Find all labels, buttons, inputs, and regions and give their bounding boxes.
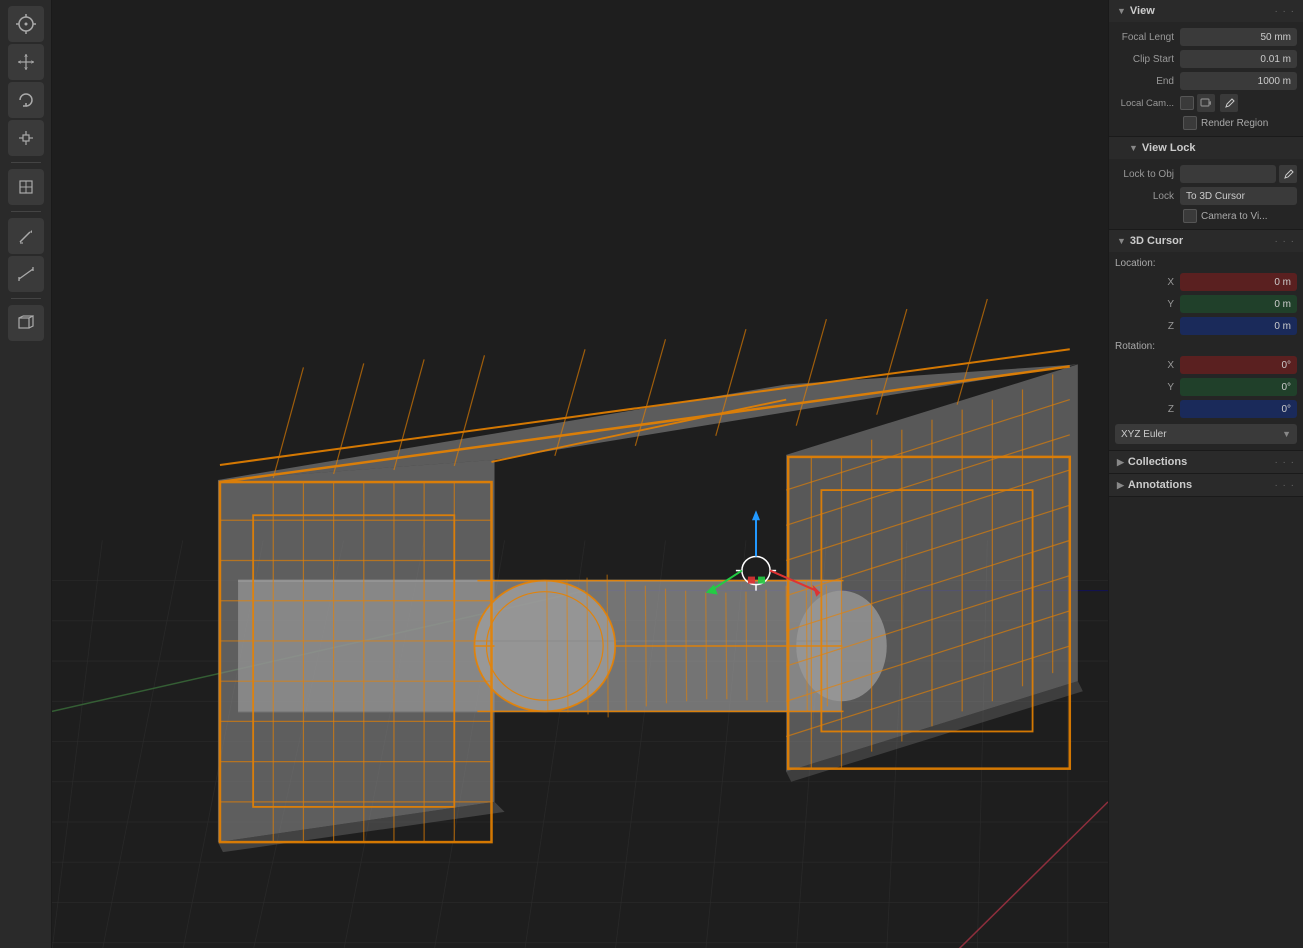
clip-end-row: End 1000 m xyxy=(1115,70,1297,92)
cursor-tool-btn[interactable] xyxy=(8,6,44,42)
cursor-header-left: ▼ 3D Cursor xyxy=(1117,235,1183,247)
view-section-menu[interactable]: · · · xyxy=(1274,6,1295,17)
lock-to-obj-row: Lock to Obj xyxy=(1115,163,1297,185)
view-lock-title: View Lock xyxy=(1142,142,1196,154)
focal-length-value[interactable]: 50 mm xyxy=(1180,28,1297,46)
rotation-x-row: X 0° xyxy=(1115,354,1297,376)
render-region-label: Render Region xyxy=(1201,118,1268,129)
rotation-x-value[interactable]: 0° xyxy=(1180,356,1297,374)
lock-to-obj-label: Lock to Obj xyxy=(1115,169,1180,180)
annotations-section-header[interactable]: ▶ Annotations · · · xyxy=(1109,474,1303,496)
collections-section-header[interactable]: ▶ Collections · · · xyxy=(1109,451,1303,473)
rotation-mode-row: XYZ Euler ▼ xyxy=(1115,422,1297,446)
local-cam-eyedropper[interactable] xyxy=(1220,94,1238,112)
cursor-z-label: Z xyxy=(1115,321,1180,332)
annotations-collapse-arrow: ▶ xyxy=(1117,480,1124,491)
tool-separator-3 xyxy=(11,298,41,299)
rotation-z-value[interactable]: 0° xyxy=(1180,400,1297,418)
rotation-label: Rotation: xyxy=(1115,337,1297,354)
clip-start-value[interactable]: 0.01 m xyxy=(1180,50,1297,68)
tool-separator-2 xyxy=(11,211,41,212)
annotations-section-menu[interactable]: · · · xyxy=(1274,480,1295,491)
render-region-row: Render Region xyxy=(1115,114,1297,132)
rotation-mode-chevron: ▼ xyxy=(1282,429,1291,439)
viewport-scene xyxy=(52,0,1108,948)
annotations-header-left: ▶ Annotations xyxy=(1117,479,1192,491)
annotations-section: ▶ Annotations · · · xyxy=(1109,474,1303,497)
cursor-section-body: Location: X 0 m Y 0 m Z 0 m Rotation: X … xyxy=(1109,252,1303,450)
transform-tool-btn[interactable] xyxy=(8,169,44,205)
collections-header-left: ▶ Collections xyxy=(1117,456,1187,468)
cursor-x-row: X 0 m xyxy=(1115,271,1297,293)
measure-tool-btn[interactable] xyxy=(8,256,44,292)
cursor-y-value[interactable]: 0 m xyxy=(1180,295,1297,313)
camera-to-view-checkbox[interactable] xyxy=(1183,209,1197,223)
local-cam-icon-btn[interactable] xyxy=(1197,94,1215,112)
camera-to-view-label: Camera to Vi... xyxy=(1201,211,1268,222)
lock-to-obj-eyedropper[interactable] xyxy=(1279,165,1297,183)
local-cam-label: Local Cam... xyxy=(1115,98,1180,109)
view-section-header[interactable]: ▼ View · · · xyxy=(1109,0,1303,22)
rotation-y-value[interactable]: 0° xyxy=(1180,378,1297,396)
clip-end-value[interactable]: 1000 m xyxy=(1180,72,1297,90)
cursor-collapse-arrow: ▼ xyxy=(1117,236,1126,246)
collections-section-title: Collections xyxy=(1128,456,1187,468)
cursor-z-row: Z 0 m xyxy=(1115,315,1297,337)
rotation-y-label: Y xyxy=(1115,382,1180,393)
cursor-section-menu[interactable]: · · · xyxy=(1274,236,1295,247)
view-lock-section-header[interactable]: ▼ View Lock xyxy=(1109,137,1303,159)
lock-row: Lock To 3D Cursor xyxy=(1115,185,1297,207)
view-section-title: View xyxy=(1130,5,1155,17)
focal-length-row: Focal Lengt 50 mm xyxy=(1115,26,1297,48)
camera-to-view-row: Camera to Vi... xyxy=(1115,207,1297,225)
viewport[interactable]: User Perspective (1) Collection | Cube.0… xyxy=(52,0,1108,948)
rotation-mode-value: XYZ Euler xyxy=(1121,429,1167,440)
lock-value[interactable]: To 3D Cursor xyxy=(1180,187,1297,205)
annotations-section-title: Annotations xyxy=(1128,479,1192,491)
cursor-section-title: 3D Cursor xyxy=(1130,235,1183,247)
tool-separator-1 xyxy=(11,162,41,163)
scale-tool-btn[interactable] xyxy=(8,120,44,156)
local-cam-checkbox[interactable] xyxy=(1180,96,1194,110)
view-collapse-arrow: ▼ xyxy=(1117,6,1126,16)
local-cam-row: Local Cam... xyxy=(1115,92,1297,114)
view-section-header-left: ▼ View xyxy=(1117,5,1155,17)
rotation-z-label: Z xyxy=(1115,404,1180,415)
rotation-mode-select[interactable]: XYZ Euler ▼ xyxy=(1115,424,1297,444)
view-section: ▼ View · · · Focal Lengt 50 mm Clip Star… xyxy=(1109,0,1303,137)
clip-start-row: Clip Start 0.01 m xyxy=(1115,48,1297,70)
view-lock-section: ▼ View Lock Lock to Obj Lock To 3D Curso… xyxy=(1109,137,1303,230)
move-tool-btn[interactable] xyxy=(8,44,44,80)
rotation-y-row: Y 0° xyxy=(1115,376,1297,398)
view-lock-header-left: ▼ View Lock xyxy=(1129,142,1196,154)
left-toolbar xyxy=(0,0,52,948)
clip-end-label: End xyxy=(1115,76,1180,87)
cursor-x-label: X xyxy=(1115,277,1180,288)
render-region-checkbox[interactable] xyxy=(1183,116,1197,130)
collections-collapse-arrow: ▶ xyxy=(1117,457,1124,468)
collections-section: ▶ Collections · · · xyxy=(1109,451,1303,474)
rotation-z-row: Z 0° xyxy=(1115,398,1297,420)
view-lock-body: Lock to Obj Lock To 3D Cursor Camera to … xyxy=(1109,159,1303,229)
rotate-tool-btn[interactable] xyxy=(8,82,44,118)
cursor-x-value[interactable]: 0 m xyxy=(1180,273,1297,291)
cursor-z-value[interactable]: 0 m xyxy=(1180,317,1297,335)
right-panel: ▼ View · · · Focal Lengt 50 mm Clip Star… xyxy=(1108,0,1303,948)
clip-start-label: Clip Start xyxy=(1115,54,1180,65)
add-cube-tool-btn[interactable] xyxy=(8,305,44,341)
cursor-section: ▼ 3D Cursor · · · Location: X 0 m Y 0 m … xyxy=(1109,230,1303,451)
view-lock-collapse-arrow: ▼ xyxy=(1129,143,1138,153)
location-label: Location: xyxy=(1115,256,1297,271)
rotation-x-label: X xyxy=(1115,360,1180,371)
focal-length-label: Focal Lengt xyxy=(1115,32,1180,43)
annotate-tool-btn[interactable] xyxy=(8,218,44,254)
collections-section-menu[interactable]: · · · xyxy=(1274,457,1295,468)
cursor-y-row: Y 0 m xyxy=(1115,293,1297,315)
cursor-section-header[interactable]: ▼ 3D Cursor · · · xyxy=(1109,230,1303,252)
lock-label: Lock xyxy=(1115,191,1180,202)
cursor-y-label: Y xyxy=(1115,299,1180,310)
lock-to-obj-field[interactable] xyxy=(1180,165,1276,183)
view-section-body: Focal Lengt 50 mm Clip Start 0.01 m End … xyxy=(1109,22,1303,136)
